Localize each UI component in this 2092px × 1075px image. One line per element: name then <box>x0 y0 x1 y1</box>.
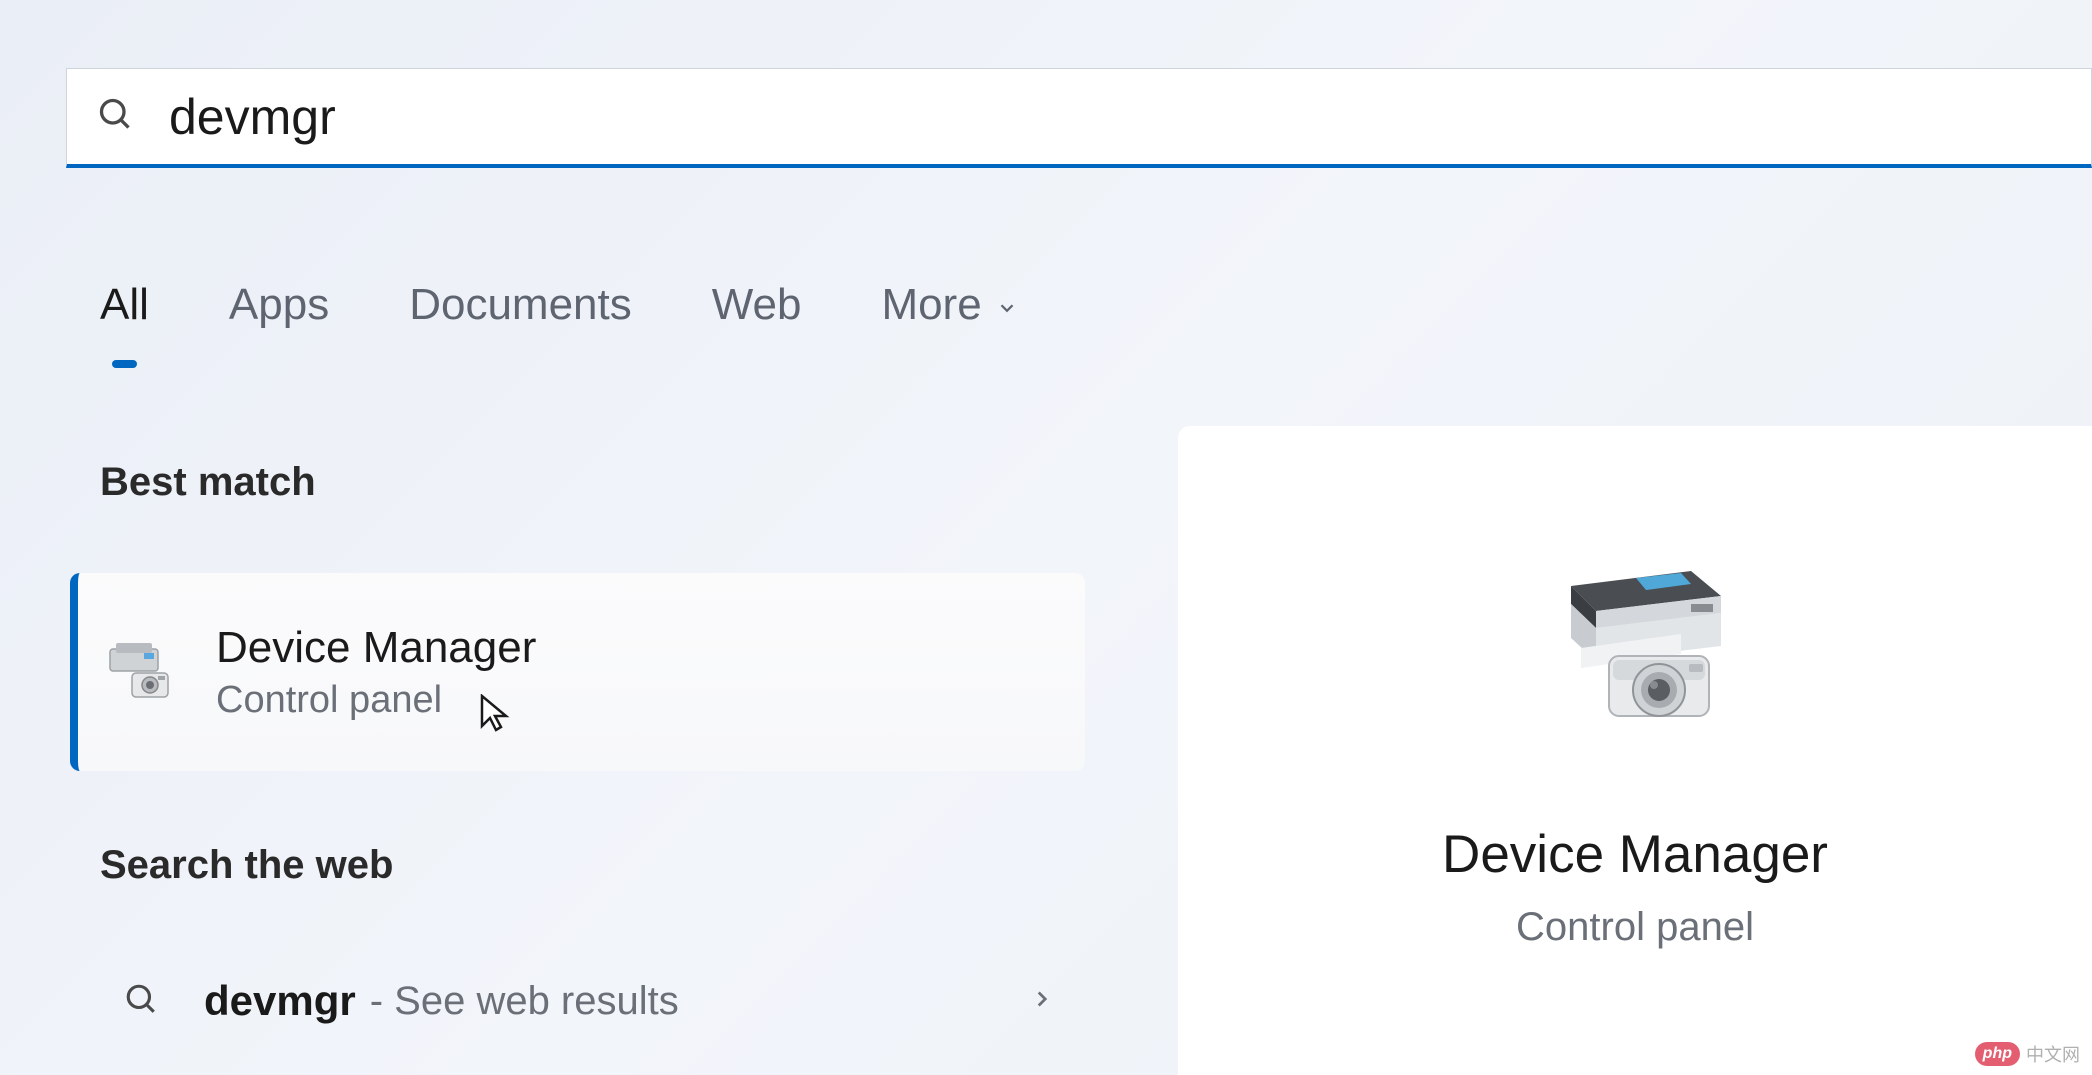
best-match-item[interactable]: Device Manager Control panel <box>70 573 1085 771</box>
device-manager-icon-large <box>1541 556 1729 724</box>
watermark: php 中文网 <box>1975 1041 2080 1067</box>
section-search-web-header: Search the web <box>100 843 1115 888</box>
chevron-down-icon <box>996 280 1018 330</box>
best-match-subtitle: Control panel <box>216 679 536 722</box>
tab-all[interactable]: All <box>100 280 149 330</box>
tab-more-label: More <box>881 280 981 330</box>
search-icon <box>124 982 158 1021</box>
tab-apps[interactable]: Apps <box>229 280 329 330</box>
tab-web[interactable]: Web <box>712 280 802 330</box>
search-input[interactable] <box>169 82 2061 152</box>
search-icon <box>97 96 133 137</box>
search-box[interactable] <box>66 68 2092 168</box>
device-manager-icon <box>108 643 174 701</box>
best-match-title: Device Manager <box>216 623 536 673</box>
watermark-text: 中文网 <box>2026 1041 2080 1067</box>
section-best-match-header: Best match <box>100 460 1115 505</box>
preview-panel: Device Manager Control panel <box>1178 426 2092 1075</box>
web-result-query: devmgr <box>204 977 356 1025</box>
search-filter-tabs: All Apps Documents Web More <box>100 280 1018 330</box>
search-results-panel: Best match Device Manager Control panel … <box>100 460 1115 1046</box>
web-result-suffix: - See web results <box>370 979 679 1024</box>
web-result-item[interactable]: devmgr - See web results <box>70 956 1085 1046</box>
preview-title: Device Manager <box>1442 824 1828 885</box>
chevron-right-icon <box>1029 986 1055 1017</box>
preview-subtitle: Control panel <box>1516 905 1754 950</box>
tab-documents[interactable]: Documents <box>409 280 632 330</box>
best-match-text: Device Manager Control panel <box>216 623 536 722</box>
watermark-logo: php <box>1975 1042 2020 1066</box>
tab-more[interactable]: More <box>881 280 1017 330</box>
